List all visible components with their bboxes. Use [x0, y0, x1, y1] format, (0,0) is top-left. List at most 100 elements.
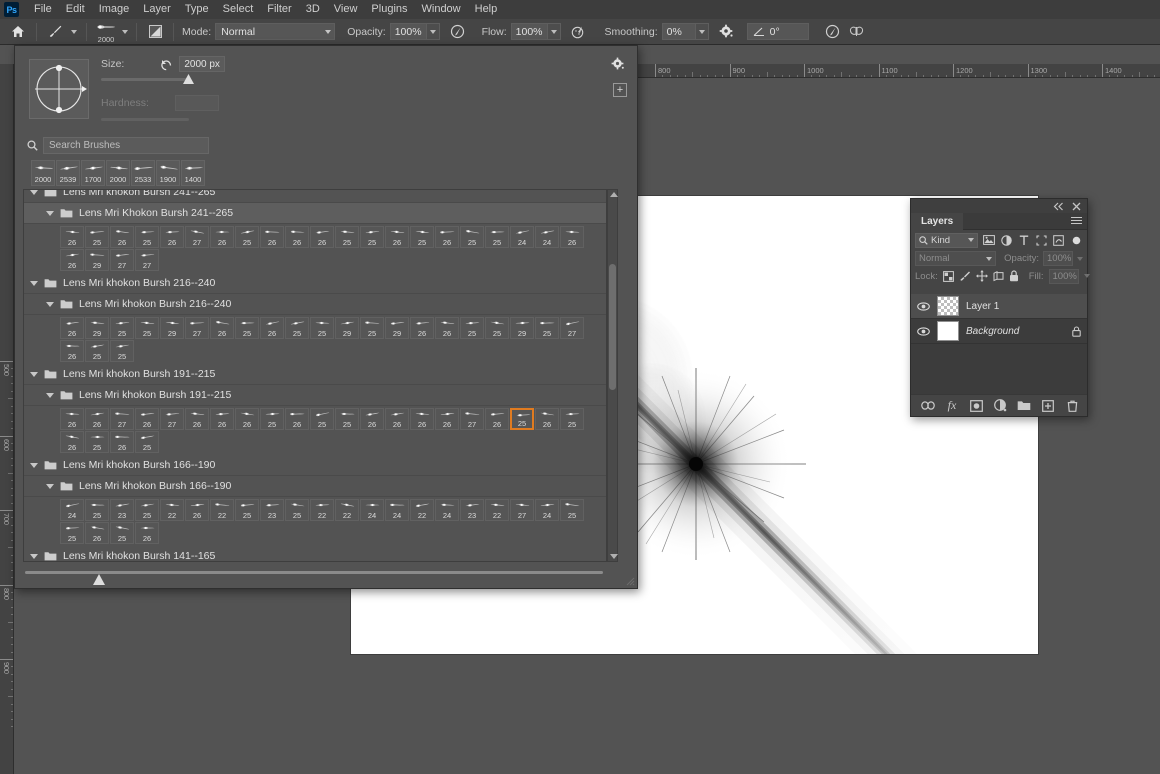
- brush-thumbnail[interactable]: 26: [485, 408, 509, 430]
- chevron-down-icon[interactable]: [46, 301, 54, 307]
- menu-help[interactable]: Help: [468, 0, 505, 19]
- brush-thumbnail[interactable]: 23: [460, 499, 484, 521]
- brush-thumbnail[interactable]: 26: [385, 408, 409, 430]
- brush-thumbnail[interactable]: 25: [360, 226, 384, 248]
- brush-thumbnail[interactable]: 25: [235, 317, 259, 339]
- brush-thumbnail[interactable]: 26: [185, 499, 209, 521]
- brush-thumbnail[interactable]: 25: [460, 317, 484, 339]
- panel-resize-grip[interactable]: [625, 576, 635, 586]
- brush-thumbnail[interactable]: 29: [510, 317, 534, 339]
- brush-thumbnail[interactable]: 26: [260, 317, 284, 339]
- brush-thumbnail[interactable]: 25: [460, 226, 484, 248]
- brush-group-list[interactable]: Lens Mri khokon Bursh 241--265 Lens Mri K…: [23, 189, 607, 562]
- brush-group-header[interactable]: Lens Mri khokon Bursh 166--190: [24, 455, 606, 476]
- layer-thumbnail[interactable]: [937, 321, 959, 341]
- adjustment-filter-icon[interactable]: [1000, 234, 1012, 247]
- brush-thumbnail[interactable]: 26: [60, 249, 84, 271]
- brush-thumbnail[interactable]: 25: [285, 317, 309, 339]
- size-slider-track[interactable]: [101, 78, 189, 81]
- brush-thumbnail[interactable]: 23: [260, 499, 284, 521]
- brush-group-header[interactable]: Lens Mri khokon Bursh 141--165: [24, 546, 606, 561]
- brush-thumbnail[interactable]: 29: [85, 317, 109, 339]
- brush-thumbnail[interactable]: 25: [85, 340, 109, 362]
- layer-blend-mode-select[interactable]: Normal: [915, 251, 997, 266]
- flow-stepper[interactable]: [547, 23, 561, 40]
- brush-thumbnail[interactable]: 26: [360, 408, 384, 430]
- brush-preset-cell[interactable]: 1400: [181, 160, 205, 186]
- lock-transparent-icon[interactable]: [942, 270, 954, 283]
- brush-thumbnail[interactable]: 25: [335, 408, 359, 430]
- layer-style-fx-icon[interactable]: fx: [945, 398, 959, 413]
- chevron-down-icon[interactable]: [30, 462, 38, 468]
- brush-thumbnail[interactable]: 25: [135, 499, 159, 521]
- brush-thumbnail-selected[interactable]: 25: [510, 408, 534, 430]
- brush-thumbnail[interactable]: 26: [410, 408, 434, 430]
- brush-thumbnail[interactable]: 23: [110, 499, 134, 521]
- brush-list-scrollbar[interactable]: [607, 189, 618, 562]
- brush-thumbnail[interactable]: 24: [435, 499, 459, 521]
- brush-thumbnail[interactable]: 26: [60, 317, 84, 339]
- brush-thumbnail[interactable]: 26: [435, 226, 459, 248]
- chevron-down-icon[interactable]: [46, 483, 54, 489]
- brush-thumbnail[interactable]: 26: [285, 408, 309, 430]
- brush-thumbnail[interactable]: 26: [85, 522, 109, 544]
- chevron-down-icon[interactable]: [30, 280, 38, 286]
- brush-group-header[interactable]: Lens Mri khokon Bursh 191--215: [24, 385, 606, 406]
- layer-opacity-input[interactable]: 100%: [1043, 251, 1073, 266]
- brush-thumbnail[interactable]: 26: [435, 317, 459, 339]
- brush-thumbnail[interactable]: 26: [60, 226, 84, 248]
- layer-thumbnail[interactable]: [937, 296, 959, 316]
- brush-thumbnail[interactable]: 25: [110, 522, 134, 544]
- blend-mode-select[interactable]: Normal: [215, 23, 336, 40]
- brush-thumbnail[interactable]: 27: [135, 249, 159, 271]
- menu-file[interactable]: File: [27, 0, 59, 19]
- scroll-up-icon[interactable]: [610, 192, 618, 197]
- brush-thumbnail[interactable]: 26: [60, 408, 84, 430]
- smoothing-input[interactable]: 0%: [661, 23, 696, 40]
- tab-layers[interactable]: Layers: [911, 212, 964, 230]
- layer-row[interactable]: Background: [911, 319, 1087, 344]
- layer-visibility-toggle[interactable]: [917, 300, 930, 313]
- pressure-opacity-icon[interactable]: [446, 21, 470, 43]
- brush-thumbnail[interactable]: 29: [335, 317, 359, 339]
- brush-thumbnail[interactable]: 25: [135, 431, 159, 453]
- brush-thumbnail[interactable]: 26: [310, 226, 334, 248]
- brush-thumbnail[interactable]: 26: [260, 226, 284, 248]
- brush-thumbnail[interactable]: 27: [110, 408, 134, 430]
- brush-preset-picker[interactable]: 2000: [93, 20, 119, 44]
- brush-thumbnail[interactable]: 25: [560, 499, 584, 521]
- brush-preset-cell[interactable]: 2533: [131, 160, 155, 186]
- menu-view[interactable]: View: [327, 0, 365, 19]
- brush-thumbnail[interactable]: 25: [85, 431, 109, 453]
- brush-thumbnail[interactable]: 26: [85, 408, 109, 430]
- brush-thumbnail[interactable]: 26: [210, 317, 234, 339]
- smart-object-filter-icon[interactable]: [1052, 234, 1064, 247]
- brush-thumbnail[interactable]: 22: [160, 499, 184, 521]
- reset-arrow-icon[interactable]: [160, 58, 173, 71]
- brush-thumbnail[interactable]: 26: [110, 431, 134, 453]
- brush-thumbnail[interactable]: 24: [385, 499, 409, 521]
- brush-thumbnail[interactable]: 26: [135, 408, 159, 430]
- brush-thumbnail[interactable]: 25: [335, 226, 359, 248]
- opacity-input[interactable]: 100%: [389, 23, 427, 40]
- brush-thumbnail[interactable]: 29: [385, 317, 409, 339]
- brush-tip-preview[interactable]: [29, 59, 89, 119]
- collapse-icon[interactable]: [1053, 202, 1064, 211]
- home-icon[interactable]: [6, 21, 30, 43]
- brush-thumbnail[interactable]: 25: [235, 226, 259, 248]
- brush-thumbnail[interactable]: 26: [110, 226, 134, 248]
- menu-type[interactable]: Type: [178, 0, 216, 19]
- menu-3d[interactable]: 3D: [299, 0, 327, 19]
- brush-thumbnail[interactable]: 26: [60, 431, 84, 453]
- layer-row[interactable]: Layer 1: [911, 294, 1087, 319]
- chevron-down-icon[interactable]: [30, 190, 38, 195]
- brush-angle-control[interactable]: 0°: [746, 23, 809, 40]
- new-brush-icon[interactable]: +: [613, 83, 627, 97]
- menu-layer[interactable]: Layer: [136, 0, 178, 19]
- layer-filter-kind-select[interactable]: Kind: [915, 232, 979, 248]
- brush-thumbnail[interactable]: 24: [360, 499, 384, 521]
- chevron-down-icon[interactable]: [46, 210, 54, 216]
- smoothing-stepper[interactable]: [695, 23, 709, 40]
- symmetry-butterfly-icon[interactable]: [845, 21, 869, 43]
- brush-thumbnail[interactable]: 26: [210, 408, 234, 430]
